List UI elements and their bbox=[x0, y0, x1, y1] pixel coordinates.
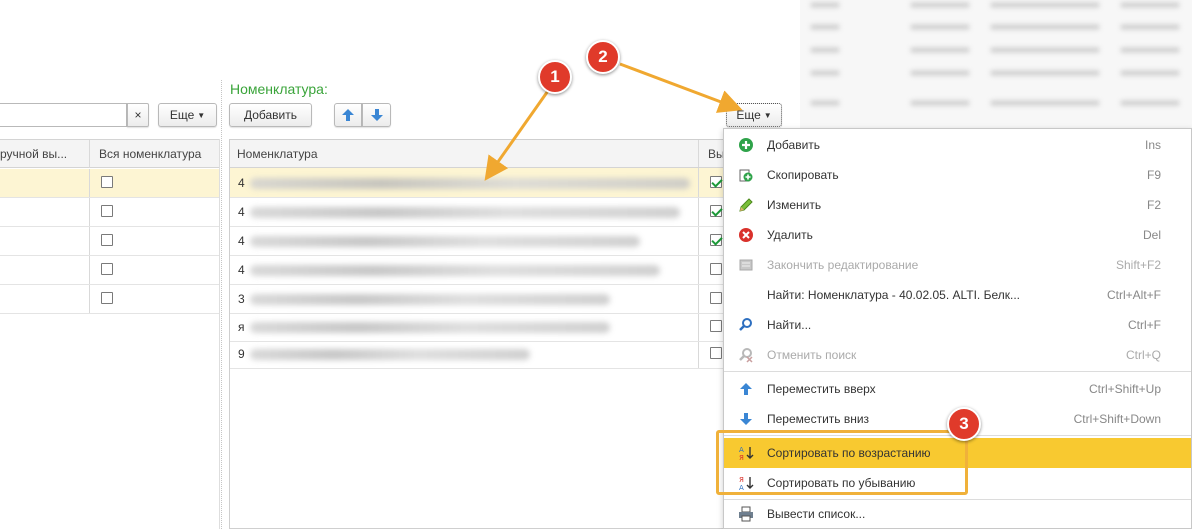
add-button[interactable]: Добавить bbox=[229, 103, 312, 127]
panel-splitter[interactable] bbox=[221, 80, 223, 529]
edit-pencil-icon bbox=[739, 198, 753, 212]
arrow-down-icon bbox=[371, 109, 383, 121]
arrow-up-icon bbox=[342, 109, 354, 121]
menu-item-delete[interactable]: Удалить Del bbox=[724, 220, 1191, 250]
left-search-input[interactable] bbox=[0, 103, 127, 127]
move-up-button[interactable] bbox=[334, 103, 362, 127]
column-header-nomenclature[interactable]: Номенклатура bbox=[237, 147, 318, 161]
left-column-header-all-nomenclature[interactable]: Вся номенклатура bbox=[99, 147, 201, 161]
left-row-checkbox[interactable] bbox=[101, 205, 113, 217]
sort-items-highlight-frame bbox=[716, 430, 968, 495]
left-row-checkbox[interactable] bbox=[101, 263, 113, 275]
background-blurred-table bbox=[800, 0, 1192, 128]
menu-item-cancel-search[interactable]: Отменить поиск Ctrl+Q bbox=[724, 340, 1191, 370]
row-prefix: 4 bbox=[238, 263, 245, 277]
add-icon bbox=[739, 138, 753, 152]
annotation-badge-1: 1 bbox=[538, 60, 572, 94]
left-column-header-manual[interactable]: ручной вы... bbox=[0, 147, 67, 161]
delete-icon bbox=[739, 228, 753, 242]
menu-item-find[interactable]: Найти... Ctrl+F bbox=[724, 310, 1191, 340]
nomenclature-title: Номенклатура: bbox=[230, 81, 328, 97]
row-checkbox[interactable] bbox=[710, 347, 722, 359]
row-prefix: 4 bbox=[238, 234, 245, 248]
chevron-down-icon: ▼ bbox=[763, 111, 772, 120]
blurred-row-text bbox=[250, 178, 690, 189]
left-row-checkbox[interactable] bbox=[101, 176, 113, 188]
copy-icon bbox=[739, 169, 753, 182]
menu-item-end-edit[interactable]: Закончить редактирование Shift+F2 bbox=[724, 250, 1191, 280]
blurred-row-text bbox=[250, 322, 610, 333]
search-icon bbox=[739, 318, 752, 331]
row-checkbox[interactable] bbox=[710, 320, 722, 332]
row-checkbox[interactable] bbox=[710, 205, 722, 217]
arrow-down-icon bbox=[740, 413, 752, 425]
annotation-badge-3: 3 bbox=[947, 407, 981, 441]
row-checkbox[interactable] bbox=[710, 176, 722, 188]
menu-item-move-up[interactable]: Переместить вверх Ctrl+Shift+Up bbox=[724, 374, 1191, 404]
nomenclature-more-button[interactable]: Еще ▼ bbox=[726, 103, 782, 127]
left-row-checkbox[interactable] bbox=[101, 292, 113, 304]
blurred-row-text bbox=[250, 265, 660, 276]
blurred-row-text bbox=[250, 349, 530, 360]
menu-item-edit[interactable]: Изменить F2 bbox=[724, 190, 1191, 220]
close-icon: × bbox=[134, 108, 142, 122]
row-prefix: 4 bbox=[238, 205, 245, 219]
row-checkbox[interactable] bbox=[710, 292, 722, 304]
end-edit-icon bbox=[739, 259, 753, 271]
row-checkbox[interactable] bbox=[710, 263, 722, 275]
arrow-up-icon bbox=[740, 383, 752, 395]
row-prefix: я bbox=[238, 320, 245, 334]
menu-item-print-list[interactable]: Вывести список... bbox=[724, 499, 1191, 529]
blurred-row-text bbox=[250, 236, 640, 247]
menu-item-copy[interactable]: Скопировать F9 bbox=[724, 160, 1191, 190]
arrow-2 bbox=[619, 62, 743, 113]
row-prefix: 9 bbox=[238, 347, 245, 361]
chevron-down-icon: ▼ bbox=[197, 111, 206, 120]
move-down-button[interactable] bbox=[362, 103, 391, 127]
blurred-row-text bbox=[250, 294, 610, 305]
menu-item-add[interactable]: Добавить Ins bbox=[724, 130, 1191, 160]
row-prefix: 3 bbox=[238, 292, 245, 306]
row-prefix: 4 bbox=[238, 176, 245, 190]
left-more-button[interactable]: Еще ▼ bbox=[158, 103, 217, 127]
annotation-badge-2: 2 bbox=[586, 40, 620, 74]
cancel-search-icon bbox=[739, 348, 753, 363]
nomenclature-table-header: Номенклатура Вы bbox=[230, 140, 725, 168]
left-row-checkbox[interactable] bbox=[101, 234, 113, 246]
left-table-header: ручной вы... Вся номенклатура bbox=[0, 139, 219, 168]
left-search-clear-button[interactable]: × bbox=[127, 103, 149, 127]
blurred-row-text bbox=[250, 207, 680, 218]
row-checkbox[interactable] bbox=[710, 234, 722, 246]
menu-item-find-nomenclature[interactable]: Найти: Номенклатура - 40.02.05. ALTI. Бе… bbox=[724, 280, 1191, 310]
print-list-icon bbox=[739, 506, 753, 522]
